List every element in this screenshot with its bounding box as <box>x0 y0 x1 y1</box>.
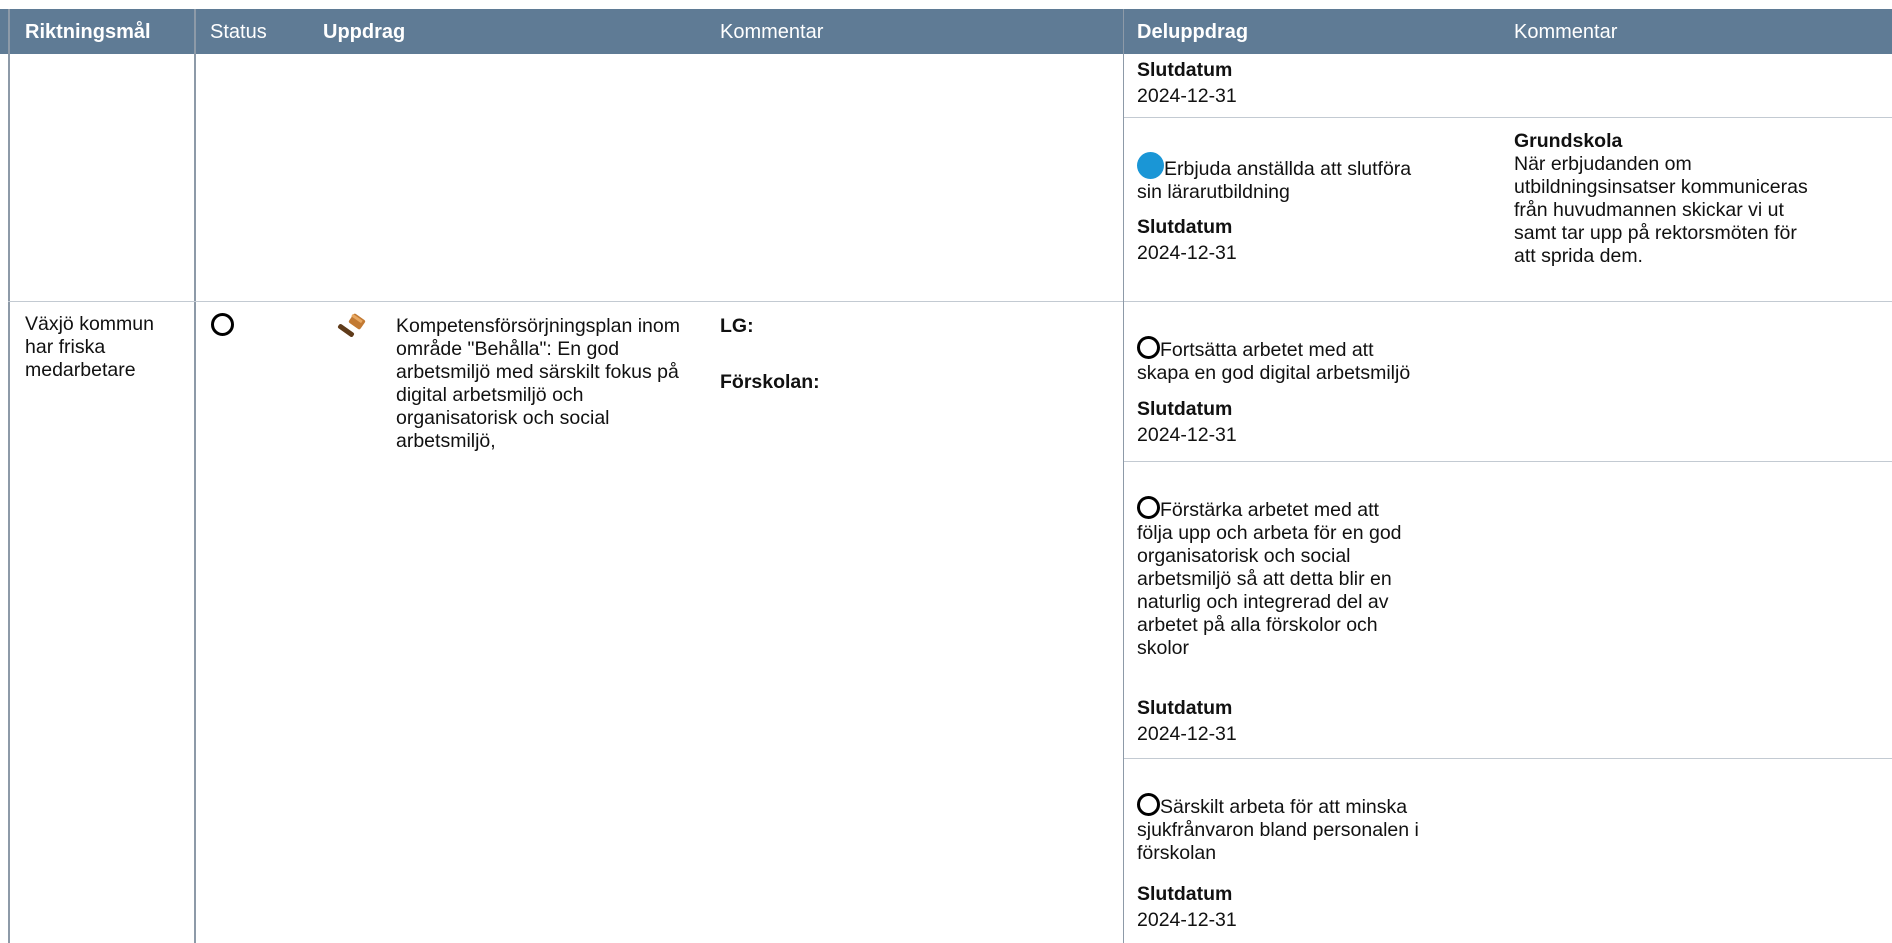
deluppdrag-header: Deluppdrag Kommentar <box>1124 9 1892 54</box>
empty-circle-icon <box>211 313 234 336</box>
header-deluppdrag[interactable]: Deluppdrag <box>1137 20 1248 44</box>
deluppdrag-item: Fortsätta arbetet med att skapa en god d… <box>1137 313 1497 385</box>
slutdatum-label: Slutdatum <box>1137 59 1233 81</box>
slutdatum-value: 2024-12-31 <box>1137 242 1237 264</box>
header-kommentar[interactable]: Kommentar <box>720 20 823 44</box>
comment-title: Grundskola <box>1514 130 1623 152</box>
slutdatum-value: 2024-12-31 <box>1137 424 1237 446</box>
header-riktningsmal[interactable]: Riktningsmål <box>25 20 151 44</box>
blue-dot-icon <box>1137 152 1164 179</box>
empty-circle-icon <box>1137 496 1160 519</box>
slutdatum-value: 2024-12-31 <box>1137 723 1237 745</box>
row-divider <box>1124 301 1892 302</box>
slutdatum-label: Slutdatum <box>1137 883 1233 905</box>
deluppdrag-item: Särskilt arbeta för att minska sjukfrånv… <box>1137 770 1497 865</box>
empty-circle-icon <box>1137 336 1160 359</box>
deluppdrag-item: Erbjuda anställda att slutföra sin lärar… <box>1137 129 1497 204</box>
comment-forskolan: Förskolan: <box>720 371 820 393</box>
deluppdrag-text: Förstärka arbetet med att följa upp och … <box>1137 499 1402 659</box>
comment-lg: LG: <box>720 315 754 337</box>
deluppdrag-text: Särskilt arbeta för att minska sjukfrånv… <box>1137 796 1419 864</box>
header-kommentar-right[interactable]: Kommentar <box>1514 20 1617 44</box>
slutdatum-value: 2024-12-31 <box>1137 909 1237 931</box>
row-divider <box>1124 117 1892 118</box>
gavel-icon <box>337 313 366 337</box>
main-table-header: Riktningsmål Status Uppdrag Kommentar <box>0 9 1123 54</box>
deluppdrag-table: Deluppdrag Kommentar Slutdatum 2024-12-3… <box>1123 9 1892 943</box>
header-uppdrag[interactable]: Uppdrag <box>323 20 405 44</box>
deluppdrag-text: Erbjuda anställda att slutföra sin lärar… <box>1137 158 1412 203</box>
row-divider <box>1124 461 1892 462</box>
comment-text: När erbjudanden om utbildningsinsatser k… <box>1514 153 1808 267</box>
slutdatum-label: Slutdatum <box>1137 216 1233 238</box>
uppdrag-text: Kompetensförsörjningsplan inom område "B… <box>396 315 680 452</box>
row-divider <box>1124 758 1892 759</box>
riktningsmal-text: Växjö kommun har friska medarbetare <box>25 313 154 381</box>
main-table: Riktningsmål Status Uppdrag Kommentar Vä… <box>0 9 1123 943</box>
row-divider <box>8 301 1123 302</box>
column-divider <box>194 9 196 943</box>
header-status[interactable]: Status <box>210 20 267 44</box>
empty-circle-icon <box>1137 793 1160 816</box>
slutdatum-label: Slutdatum <box>1137 398 1233 420</box>
slutdatum-value: 2024-12-31 <box>1137 85 1237 107</box>
column-divider <box>8 9 10 943</box>
deluppdrag-item: Förstärka arbetet med att följa upp och … <box>1137 473 1497 660</box>
slutdatum-label: Slutdatum <box>1137 697 1233 719</box>
deluppdrag-text: Fortsätta arbetet med att skapa en god d… <box>1137 339 1411 384</box>
